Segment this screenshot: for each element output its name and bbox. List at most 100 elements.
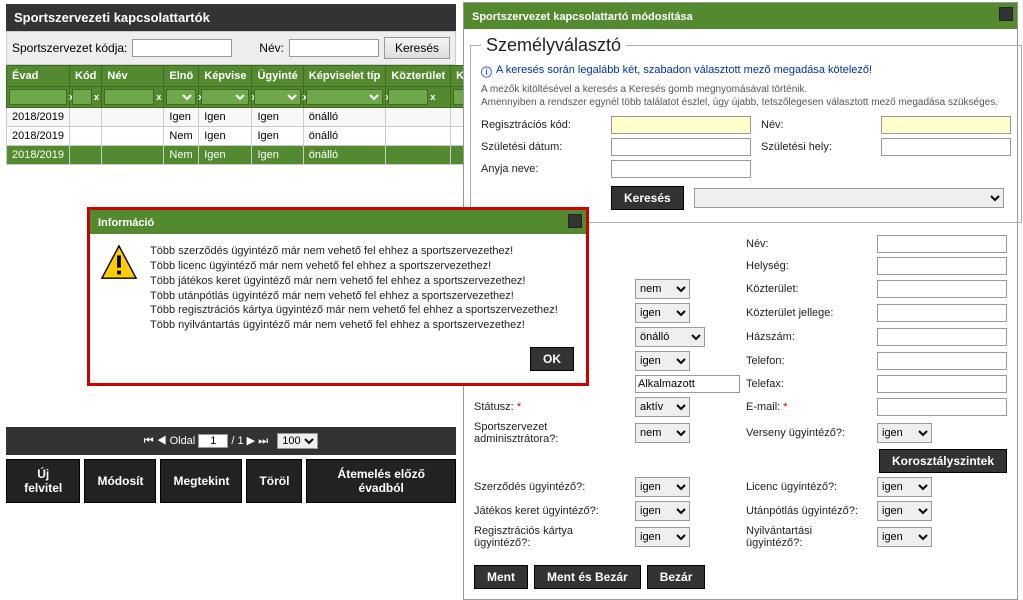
korosztaly-button[interactable]: Korosztályszintek xyxy=(879,449,1007,473)
ment-bezar-button[interactable]: Ment és Bezár xyxy=(534,565,641,589)
select-4[interactable]: igen xyxy=(635,351,690,371)
telefon-input[interactable] xyxy=(877,352,1007,370)
jatekos-select[interactable]: igen xyxy=(635,501,690,521)
filter-kod[interactable] xyxy=(72,89,92,105)
dialog-line: Több nyilvántartás ügyintéző már nem veh… xyxy=(150,318,558,333)
name-input-chooser[interactable] xyxy=(881,116,1011,134)
admin-select[interactable]: nem xyxy=(635,423,690,443)
pager-prev-icon[interactable]: ◀ xyxy=(157,435,167,447)
admin-label: Sportszervezet adminisztrátora?: xyxy=(474,421,629,445)
dialog-line: Több regisztrációs kártya ügyintéző már … xyxy=(150,303,558,318)
cell: önálló xyxy=(303,146,386,165)
birthdate-label: Születési dátum: xyxy=(481,141,601,153)
telefon-label: Telefon: xyxy=(746,355,871,367)
chooser-form: Regisztrációs kód: Név: Születési dátum:… xyxy=(481,116,1011,178)
statusz-label: Státusz: * xyxy=(474,401,629,413)
col-kepviselet-tip[interactable]: Képviselet típ xyxy=(303,66,386,87)
pager-first-icon[interactable]: ⏮ xyxy=(144,435,154,447)
cell: 2018/2019 xyxy=(7,146,70,165)
chooser-search-button[interactable]: Keresés xyxy=(611,186,684,210)
kozterulet-jellege-input[interactable] xyxy=(877,304,1007,322)
pager-perpage-select[interactable]: 100 xyxy=(277,433,318,449)
dialog-footer: OK xyxy=(90,343,586,383)
search-button-left[interactable]: Keresés xyxy=(384,37,450,59)
filter-ugyinte[interactable] xyxy=(254,89,300,105)
filter-evad[interactable] xyxy=(9,89,67,105)
copy-prev-button[interactable]: Átemelés előző évadból xyxy=(306,459,456,503)
pager-next-icon[interactable]: ▶ xyxy=(247,435,255,447)
pager-total: / 1 xyxy=(231,435,243,447)
col-evad[interactable]: Évad xyxy=(7,66,70,87)
bezar-button[interactable]: Bezár xyxy=(647,565,706,589)
warning-icon xyxy=(100,244,138,282)
regkartya-select[interactable]: igen xyxy=(635,527,690,547)
ment-button[interactable]: Ment xyxy=(474,565,528,589)
info-line: Amennyiben a rendszer egynél több talála… xyxy=(481,97,1011,108)
col-ugyinte[interactable]: Ügyinté xyxy=(252,66,303,87)
info-dialog: Információ Több szerződés ügyintéző már … xyxy=(87,207,589,386)
birthdate-input[interactable] xyxy=(611,138,751,156)
filter-nev[interactable] xyxy=(104,89,154,105)
modify-button[interactable]: Módosít xyxy=(84,459,156,503)
contacts-table: Évad Kód Név Elnö Képvise Ügyinté Képvis… xyxy=(6,65,496,165)
dialog-title: Információ xyxy=(90,210,586,234)
email-input[interactable] xyxy=(877,398,1007,416)
clear-icon[interactable]: x xyxy=(430,92,435,102)
dialog-title-text: Információ xyxy=(98,217,154,229)
code-input[interactable] xyxy=(132,39,232,57)
table-row-selected[interactable]: 2018/2019 Nem Igen Igen önálló xyxy=(7,146,496,165)
view-button[interactable]: Megtekint xyxy=(160,459,242,503)
kozterulet-input[interactable] xyxy=(877,280,1007,298)
delete-button[interactable]: Töröl xyxy=(246,459,302,503)
reg-code-input[interactable] xyxy=(611,116,751,134)
pager: ⏮ ◀ Oldal / 1 ▶ ⏭ 100 xyxy=(6,427,456,455)
utanpotlas-select[interactable]: igen xyxy=(877,501,932,521)
regkartya-label: Regisztrációs kártya ügyintéző?: xyxy=(474,525,629,549)
hazszam-label: Házszám: xyxy=(746,331,871,343)
col-kepvise[interactable]: Képvise xyxy=(199,66,252,87)
verseny-select[interactable]: igen xyxy=(877,423,932,443)
telefax-input[interactable] xyxy=(877,375,1007,393)
col-nev[interactable]: Név xyxy=(102,66,164,87)
hazszam-input[interactable] xyxy=(877,328,1007,346)
szerzodes-select[interactable]: igen xyxy=(635,477,690,497)
nyilvantartasi-select[interactable]: igen xyxy=(877,527,932,547)
birthplace-input[interactable] xyxy=(881,138,1011,156)
licenc-select[interactable]: igen xyxy=(877,477,932,497)
helyseg-input[interactable] xyxy=(877,257,1007,275)
pager-page-input[interactable] xyxy=(198,434,228,448)
cell: 2018/2019 xyxy=(7,108,70,127)
chooser-result-select[interactable] xyxy=(694,188,1004,208)
cell: önálló xyxy=(303,127,386,146)
chooser-legend: Személyválasztó xyxy=(481,35,626,56)
clear-icon[interactable]: x xyxy=(94,92,99,102)
filter-ktip[interactable] xyxy=(306,89,384,105)
birthplace-label: Születési hely: xyxy=(761,141,871,153)
pager-last-icon[interactable]: ⏭ xyxy=(258,435,268,447)
col-kozterulet[interactable]: Közterület xyxy=(386,66,451,87)
filter-kozterulet[interactable] xyxy=(388,89,428,105)
nev-input[interactable] xyxy=(877,235,1007,253)
statusz-select[interactable]: aktív xyxy=(635,397,690,417)
select-3[interactable]: önálló xyxy=(635,327,705,347)
dialog-line: Több játékos keret ügyintéző már nem veh… xyxy=(150,274,558,289)
col-kod[interactable]: Kód xyxy=(70,66,102,87)
filter-kepvise[interactable] xyxy=(201,89,249,105)
name-input[interactable] xyxy=(289,39,379,57)
new-button[interactable]: Új felvitel xyxy=(6,459,80,503)
close-icon[interactable] xyxy=(999,7,1013,21)
close-icon[interactable] xyxy=(568,214,582,228)
cell: Igen xyxy=(199,127,252,146)
table-row[interactable]: 2018/2019 Nem Igen Igen önálló xyxy=(7,127,496,146)
filter-elnok[interactable] xyxy=(166,89,196,105)
select-2[interactable]: igen xyxy=(635,303,690,323)
select-1[interactable]: nem xyxy=(635,279,690,299)
table-row[interactable]: 2018/2019 Igen Igen Igen önálló xyxy=(7,108,496,127)
alkalmazott-input[interactable] xyxy=(635,375,740,393)
clear-icon[interactable]: x xyxy=(156,92,161,102)
mother-input[interactable] xyxy=(611,160,751,178)
reg-code-label: Regisztrációs kód: xyxy=(481,119,601,131)
ok-button[interactable]: OK xyxy=(530,347,574,371)
col-elnok[interactable]: Elnö xyxy=(164,66,199,87)
nev-label: Név: xyxy=(746,238,871,250)
